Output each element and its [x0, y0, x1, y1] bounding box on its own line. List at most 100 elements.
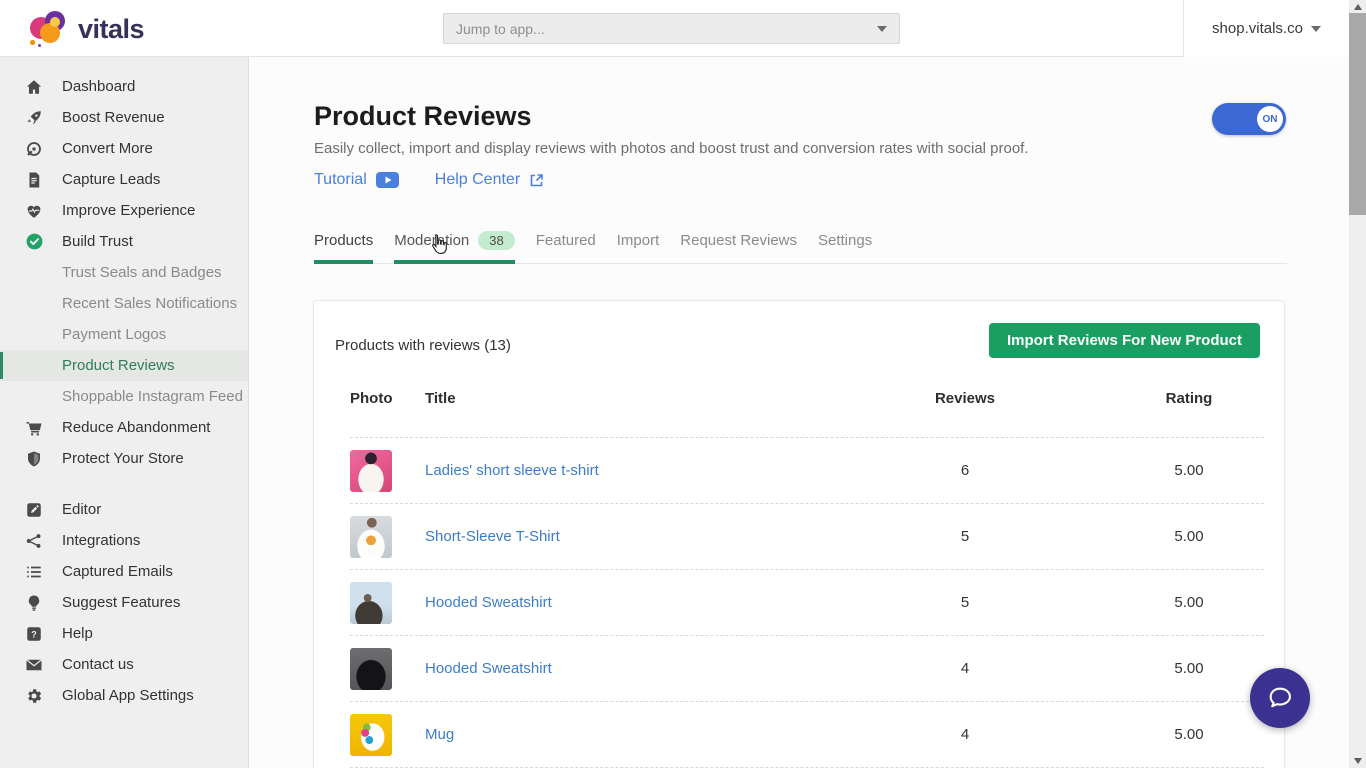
product-title-link[interactable]: Ladies' short sleeve t-shirt [425, 462, 890, 479]
cart-icon [24, 418, 44, 438]
reviews-count: 6 [960, 462, 970, 479]
rocket-icon [24, 108, 44, 128]
chevron-down-icon [877, 25, 887, 32]
svg-text:?: ? [31, 629, 37, 639]
sidebar-item-payment-logos[interactable]: Payment Logos [0, 319, 248, 350]
product-photo[interactable] [350, 515, 392, 558]
sidebar-item-boost-revenue[interactable]: Boost Revenue [0, 102, 248, 133]
reviews-count: 4 [960, 726, 970, 743]
product-title-link[interactable]: Mug [425, 726, 890, 743]
list-icon [24, 562, 44, 582]
doc-links-row: Tutorial Help Center [314, 171, 544, 189]
home-icon [24, 77, 44, 97]
page-subtitle: Easily collect, import and display revie… [314, 140, 1029, 157]
products-table: Photo Title Reviews Rating Ladies' short… [350, 390, 1264, 768]
column-header-rating: Rating [1165, 390, 1213, 407]
external-link-icon [530, 173, 543, 186]
badge-check-icon [24, 232, 44, 252]
product-title-link[interactable]: Hooded Sweatshirt [425, 594, 890, 611]
tab-moderation[interactable]: Moderation 38 [394, 225, 515, 264]
sidebar-item-shoppable-instagram-feed[interactable]: Shoppable Instagram Feed [0, 381, 248, 412]
support-chat-button[interactable] [1250, 668, 1310, 728]
table-row: Hooded Sweatshirt 4 5.00 [350, 636, 1264, 702]
tutorial-link[interactable]: Tutorial [314, 171, 399, 189]
rating-value: 5.00 [1174, 726, 1204, 743]
tab-request-reviews[interactable]: Request Reviews [680, 225, 797, 263]
scrollbar-up-arrow[interactable] [1349, 0, 1366, 14]
tabs-bar: Products Moderation 38 Featured Import R… [314, 225, 1287, 264]
panel-heading: Products with reviews (13) [335, 337, 511, 354]
vitals-logo-icon [28, 9, 68, 49]
column-header-title: Title [425, 390, 456, 407]
sidebar-item-improve-experience[interactable]: Improve Experience [0, 195, 248, 226]
toggle-knob: ON [1257, 106, 1283, 132]
page-scrollbar[interactable] [1349, 0, 1366, 768]
sidebar-item-convert-more[interactable]: Convert More [0, 133, 248, 164]
tab-products[interactable]: Products [314, 225, 374, 264]
sidebar-item-reduce-abandonment[interactable]: Reduce Abandonment [0, 412, 248, 443]
sidebar-item-global-app-settings[interactable]: Global App Settings [0, 680, 248, 711]
store-name: shop.vitals.co [1212, 20, 1303, 37]
chat-bubble-icon [1269, 687, 1291, 708]
reviews-count: 5 [960, 528, 970, 545]
sidebar-section-gap [0, 474, 248, 494]
product-photo[interactable] [350, 449, 392, 492]
share-nodes-icon [24, 531, 44, 551]
product-title-link[interactable]: Short-Sleeve T-Shirt [425, 528, 890, 545]
scrollbar-thumb[interactable] [1349, 13, 1366, 215]
sidebar-item-suggest-features[interactable]: Suggest Features [0, 587, 248, 618]
jump-to-app-select[interactable]: Jump to app... [443, 13, 900, 44]
product-photo[interactable] [350, 581, 392, 624]
youtube-icon [375, 172, 399, 188]
jump-to-app-placeholder: Jump to app... [456, 20, 545, 37]
products-with-reviews-panel: Products with reviews (13) Import Review… [313, 300, 1285, 768]
sidebar-item-trust-seals-and-badges[interactable]: Trust Seals and Badges [0, 257, 248, 288]
gear-icon [24, 686, 44, 706]
table-row: Mug 4 5.00 [350, 702, 1264, 768]
product-photo[interactable] [350, 647, 392, 690]
main-content: Product Reviews Easily collect, import a… [250, 57, 1349, 768]
sidebar-item-protect-your-store[interactable]: Protect Your Store [0, 443, 248, 474]
help-center-link[interactable]: Help Center [435, 171, 544, 189]
sidebar-item-capture-leads[interactable]: Capture Leads [0, 164, 248, 195]
heart-pulse-icon [24, 201, 44, 221]
sidebar-item-contact-us[interactable]: Contact us [0, 649, 248, 680]
page-title: Product Reviews [314, 101, 532, 131]
top-bar: vitals Jump to app... shop.vitals.co [0, 0, 1366, 57]
table-row: Ladies' short sleeve t-shirt 6 5.00 [350, 438, 1264, 504]
feature-toggle[interactable]: ON [1212, 103, 1286, 135]
sidebar-item-recent-sales-notifications[interactable]: Recent Sales Notifications [0, 288, 248, 319]
table-row: Short-Sleeve T-Shirt 5 5.00 [350, 504, 1264, 570]
rating-value: 5.00 [1174, 660, 1204, 677]
product-title-link[interactable]: Hooded Sweatshirt [425, 660, 890, 677]
document-icon [24, 170, 44, 190]
tab-import[interactable]: Import [617, 225, 660, 263]
lightbulb-icon [24, 593, 44, 613]
reviews-count: 5 [960, 594, 970, 611]
reviews-count: 4 [960, 660, 970, 677]
sidebar-item-captured-emails[interactable]: Captured Emails [0, 556, 248, 587]
sidebar-item-dashboard[interactable]: Dashboard [0, 71, 248, 102]
sidebar-item-help[interactable]: ? Help [0, 618, 248, 649]
sidebar-item-build-trust[interactable]: Build Trust [0, 226, 248, 257]
tab-featured[interactable]: Featured [536, 225, 596, 263]
sidebar-item-product-reviews[interactable]: Product Reviews [0, 350, 248, 381]
store-selector[interactable]: shop.vitals.co [1183, 0, 1349, 57]
rating-value: 5.00 [1174, 594, 1204, 611]
shield-icon [24, 449, 44, 469]
table-header-row: Photo Title Reviews Rating [350, 390, 1264, 438]
sidebar: Dashboard Boost Revenue Convert More Cap… [0, 57, 249, 768]
vitals-logo[interactable]: vitals [28, 9, 145, 49]
scrollbar-down-arrow[interactable] [1349, 754, 1366, 768]
column-header-reviews: Reviews [934, 390, 996, 407]
import-reviews-button[interactable]: Import Reviews For New Product [988, 323, 1260, 358]
tab-settings[interactable]: Settings [818, 225, 872, 263]
target-icon [24, 139, 44, 159]
rating-value: 5.00 [1174, 462, 1204, 479]
panel-header: Products with reviews (13) Import Review… [314, 301, 1284, 358]
table-row: Hooded Sweatshirt 5 5.00 [350, 570, 1264, 636]
product-photo[interactable] [350, 713, 392, 756]
chevron-down-icon [1310, 25, 1321, 32]
sidebar-item-editor[interactable]: Editor [0, 494, 248, 525]
sidebar-item-integrations[interactable]: Integrations [0, 525, 248, 556]
